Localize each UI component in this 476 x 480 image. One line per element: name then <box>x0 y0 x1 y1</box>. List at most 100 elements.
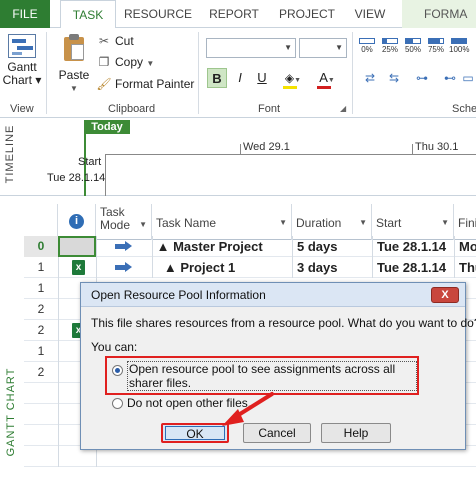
group-divider <box>352 32 353 114</box>
copy-label: Copy <box>115 55 144 69</box>
table-row[interactable]: 1 x ▲ Project 1 3 days Tue 28.1.14 Thu <box>24 257 476 278</box>
chevron-down-icon: ▼ <box>359 218 367 227</box>
close-icon: X <box>441 289 449 301</box>
tab-file[interactable]: FILE <box>0 0 50 28</box>
row-id[interactable]: 2 <box>24 299 58 320</box>
select-all-header[interactable] <box>24 204 58 240</box>
ok-button[interactable]: OK <box>161 423 229 443</box>
gantt-chart-side-label: GANTT CHART <box>0 196 24 480</box>
do-not-open-option-label[interactable]: Do not open other files. <box>127 396 251 410</box>
group-divider <box>198 32 199 114</box>
paste-button[interactable]: Paste ▼ <box>54 32 94 96</box>
underline-button[interactable]: U <box>252 68 272 88</box>
timeline-side-label: TIMELINE <box>4 124 16 184</box>
paintbrush-icon: 🖌 <box>96 77 112 91</box>
progress-bar-icon <box>359 38 375 44</box>
open-pool-radio[interactable] <box>112 365 123 376</box>
close-button[interactable]: X <box>431 287 459 303</box>
highlight-color-button[interactable]: ◈▼ <box>280 68 306 88</box>
italic-button[interactable]: I <box>230 68 250 88</box>
font-color-button[interactable]: A▼ <box>314 68 340 88</box>
highlight-color-swatch <box>283 86 297 89</box>
group-label-clipboard: Clipboard <box>108 103 156 115</box>
bold-button[interactable]: B <box>207 68 227 88</box>
chevron-down-icon[interactable]: ▼ <box>146 59 154 68</box>
start-header[interactable]: Start ▼ <box>372 204 454 240</box>
open-resource-pool-dialog: Open Resource Pool Information X This fi… <box>80 282 476 450</box>
row-id[interactable]: 0 <box>24 236 58 257</box>
table-row[interactable]: 0 ▲ Master Project 5 days Tue 28.1.14 Mo <box>24 236 476 257</box>
row-id[interactable]: 1 <box>24 257 58 278</box>
inserted-project-icon: x <box>72 260 85 275</box>
tab-format[interactable]: FORMA <box>402 0 476 28</box>
indicator-cell[interactable] <box>58 236 96 257</box>
cut-button[interactable]: ✂ Cut <box>96 32 134 50</box>
tab-report[interactable]: REPORT <box>204 0 264 28</box>
row-id[interactable]: 2 <box>24 320 58 341</box>
chevron-down-icon: ▼ <box>294 77 302 84</box>
mark-on-track-icon[interactable]: ⇄ <box>360 68 380 88</box>
dialog-titlebar[interactable]: Open Resource Pool Information X <box>81 283 465 307</box>
finish-cell[interactable]: Mo <box>454 236 476 257</box>
task-mode-cell[interactable] <box>96 236 152 257</box>
task-name-cell[interactable]: ▲ Master Project <box>152 236 292 257</box>
link-tasks-icon[interactable]: ⊶ <box>412 68 432 88</box>
percent-complete-25-button[interactable]: 25% <box>380 36 400 58</box>
row-id[interactable]: 2 <box>24 362 58 383</box>
help-button[interactable]: Help <box>321 423 391 443</box>
respect-links-icon[interactable]: ⇆ <box>384 68 404 88</box>
font-size-select[interactable]: ▼ <box>299 38 347 58</box>
tab-project[interactable]: PROJECT <box>276 0 338 28</box>
copy-button[interactable]: ❐ Copy ▼ <box>96 53 155 71</box>
row-id[interactable]: 1 <box>24 341 58 362</box>
dialog-launcher-icon[interactable]: ◢ <box>340 104 346 113</box>
duration-cell[interactable]: 3 days <box>292 257 372 278</box>
unlink-tasks-icon[interactable]: ⊷ <box>440 68 460 88</box>
percent-complete-100-button[interactable]: 100% <box>449 36 469 58</box>
finish-cell[interactable]: Thu <box>454 257 476 278</box>
tab-view[interactable]: VIEW <box>350 0 390 28</box>
finish-header[interactable]: Fini <box>454 204 476 240</box>
percent-complete-50-button[interactable]: 50% <box>403 36 423 58</box>
split-task-icon[interactable]: ▭ <box>458 68 476 88</box>
task-mode-cell[interactable] <box>96 257 152 278</box>
font-color-letter: A <box>319 70 328 85</box>
scissors-icon: ✂ <box>98 34 110 48</box>
tab-resource[interactable]: RESOURCE <box>124 0 192 28</box>
header-label: Duration <box>296 216 342 230</box>
clipboard-icon <box>62 34 86 62</box>
duration-header[interactable]: Duration ▼ <box>292 204 372 240</box>
timeline-start-date: Tue 28.1.14 <box>47 172 106 184</box>
chevron-down-icon: ▼ <box>441 218 449 227</box>
paint-bucket-icon: ◈ <box>284 71 295 85</box>
task-name-cell[interactable]: ▲ Project 1 <box>152 257 292 278</box>
start-cell[interactable]: Tue 28.1.14 <box>372 257 454 278</box>
timeline-tick <box>412 144 413 154</box>
ribbon: Gantt Chart ▾ View Paste ▼ ✂ Cut ❐ Copy ▼ … <box>0 28 476 118</box>
cancel-button[interactable]: Cancel <box>243 423 311 443</box>
progress-bar-icon <box>451 38 467 44</box>
open-pool-option-label[interactable]: Open resource pool to see assignments ac… <box>127 361 417 391</box>
grid-header-row: i Task Mode ▼ Task Name ▼ Duration ▼ Sta… <box>24 204 476 240</box>
indicator-cell[interactable]: x <box>58 257 96 278</box>
start-cell[interactable]: Tue 28.1.14 <box>372 236 454 257</box>
gantt-chart-button[interactable]: Gantt Chart ▾ <box>2 32 42 96</box>
font-name-select[interactable]: ▼ <box>206 38 296 58</box>
task-mode-header[interactable]: Task Mode ▼ <box>96 204 152 240</box>
chevron-down-icon: ▼ <box>335 43 343 52</box>
format-painter-button[interactable]: 🖌 Format Painter <box>96 75 194 93</box>
tab-task[interactable]: TASK <box>60 0 116 29</box>
do-not-open-radio[interactable] <box>112 398 123 409</box>
row-id[interactable]: 1 <box>24 278 58 299</box>
percent-complete-0-button[interactable]: 0% <box>357 36 377 58</box>
duration-cell[interactable]: 5 days <box>292 236 372 257</box>
header-label: Start <box>376 216 402 230</box>
paste-label: Paste <box>58 68 90 82</box>
task-name-header[interactable]: Task Name ▼ <box>152 204 292 240</box>
timeline-bar[interactable] <box>105 154 476 196</box>
help-label: Help <box>343 426 369 440</box>
chevron-down-icon[interactable]: ▼ <box>54 84 94 93</box>
progress-bar-icon <box>382 38 398 44</box>
indicators-header[interactable]: i <box>58 204 96 240</box>
percent-complete-75-button[interactable]: 75% <box>426 36 446 58</box>
